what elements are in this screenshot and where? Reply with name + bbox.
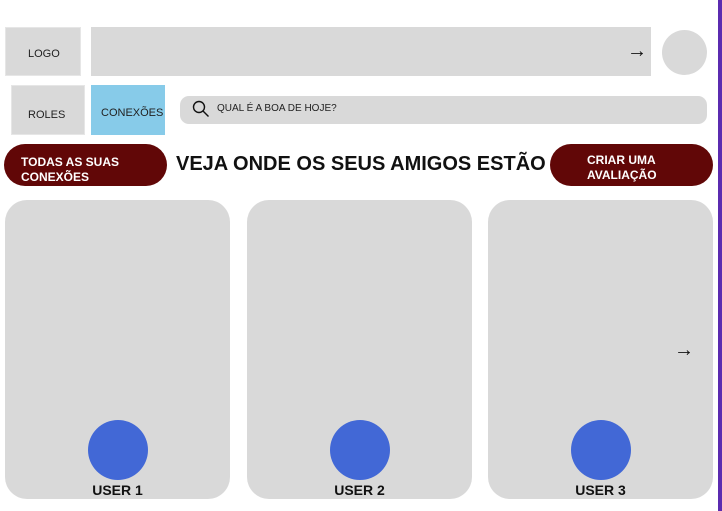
profile-avatar[interactable] [662, 30, 707, 75]
nav-roles-label: ROLES [28, 109, 66, 121]
arrow-right-icon[interactable]: → [627, 41, 647, 61]
nav-conexoes[interactable]: CONEXÕES [91, 85, 165, 135]
user-name: USER 3 [575, 482, 626, 498]
search-bar[interactable]: QUAL É A BOA DE HOJE? [180, 96, 707, 124]
user-name: USER 1 [92, 482, 143, 498]
create-review-line2: AVALIAÇÃO [587, 168, 657, 182]
window-edge [718, 0, 722, 511]
search-placeholder: QUAL É A BOA DE HOJE? [217, 103, 337, 114]
logo[interactable]: LOGO [5, 27, 81, 76]
user-card[interactable]: → USER 3 [488, 200, 713, 499]
nav-conexoes-label: CONEXÕES [101, 107, 164, 119]
avatar [330, 420, 390, 480]
user-card[interactable]: USER 1 [5, 200, 230, 499]
page-title: VEJA ONDE OS SEUS AMIGOS ESTÃO [176, 153, 546, 175]
carousel-next-icon[interactable]: → [674, 340, 694, 360]
avatar [88, 420, 148, 480]
search-icon [192, 100, 209, 117]
create-review-button[interactable]: CRIAR UMA AVALIAÇÃO [550, 144, 713, 186]
user-card[interactable]: USER 2 [247, 200, 472, 499]
create-review-line1: CRIAR UMA [587, 153, 656, 167]
avatar [571, 420, 631, 480]
user-name: USER 2 [334, 482, 385, 498]
all-connections-button[interactable]: TODAS AS SUAS CONEXÕES [4, 144, 167, 186]
logo-label: LOGO [28, 48, 60, 60]
all-connections-line2: CONEXÕES [21, 169, 90, 184]
top-banner: → [91, 27, 651, 76]
nav-roles[interactable]: ROLES [11, 85, 85, 135]
all-connections-line1: TODAS AS SUAS [21, 154, 120, 169]
